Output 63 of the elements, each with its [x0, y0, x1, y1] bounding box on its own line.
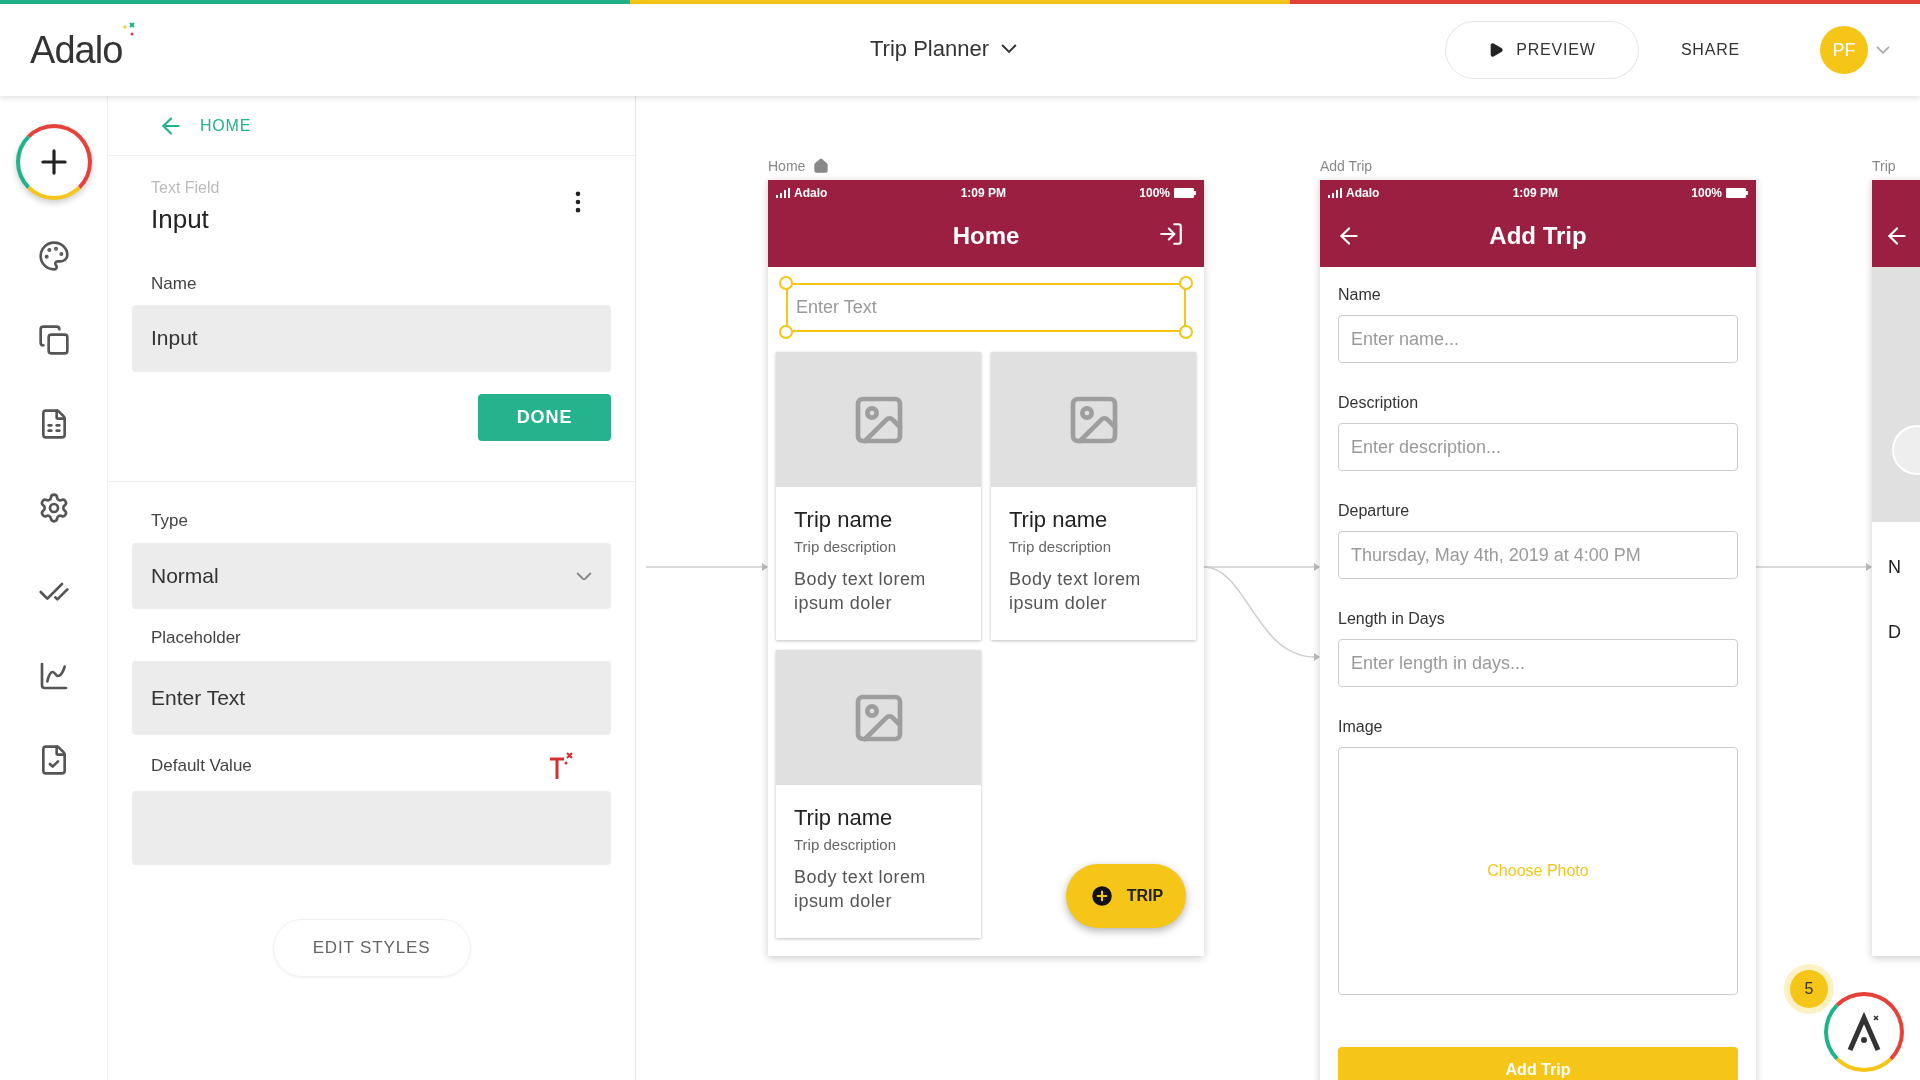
placeholder-field[interactable]: Enter Text [132, 660, 611, 735]
field-label: Description [1338, 393, 1420, 413]
card-body: Body text lorem ipsum doler [794, 567, 927, 615]
battery-percent: 100% [1139, 184, 1170, 202]
play-icon [1488, 42, 1505, 58]
login-icon[interactable] [1158, 221, 1184, 247]
sparkle-icon [122, 21, 137, 36]
resize-handle[interactable] [779, 325, 793, 339]
field-label: Default Value [151, 754, 252, 777]
detail-label: N [1888, 556, 1902, 579]
home-icon [813, 158, 830, 174]
app-logo[interactable]: Adalo [30, 21, 123, 79]
resize-handle[interactable] [779, 276, 793, 290]
battery-percent: 100% [1691, 184, 1722, 202]
field-label: Placeholder [151, 627, 241, 649]
phone-screen[interactable] [768, 180, 1204, 956]
signal-icon [1328, 187, 1342, 198]
battery-icon [1174, 187, 1196, 198]
trip-card[interactable]: Trip name Trip description Body text lorem ipsum doler [991, 352, 1196, 640]
screen-title: Add Trip [1489, 221, 1587, 251]
card-body: Body text lorem ipsum doler [1009, 567, 1142, 615]
field-label: Length in Days [1338, 609, 1446, 629]
card-subtitle: Trip description [794, 835, 897, 855]
screen-title: Home [952, 221, 1020, 251]
component-name: Input [151, 203, 210, 236]
status-time: 1:09 PM [960, 184, 1006, 202]
status-time: 1:09 PM [1512, 184, 1558, 202]
field-label: Name [150, 273, 198, 295]
app-switcher[interactable]: Trip Planner [870, 32, 1017, 65]
card-title: Trip name [794, 804, 894, 832]
component-type: Text Field [151, 178, 220, 198]
card-subtitle: Trip description [1009, 537, 1112, 557]
phone-screen[interactable]: N D [1872, 180, 1920, 956]
screen-label: Trip [1872, 156, 1896, 176]
add-component-button[interactable] [15, 124, 92, 200]
card-title: Trip name [1009, 506, 1109, 534]
resize-handle[interactable] [1179, 325, 1193, 339]
card-title: Trip name [794, 506, 894, 534]
field-label: Name [1338, 285, 1382, 305]
palette-icon[interactable] [37, 240, 70, 272]
screens-icon[interactable] [37, 324, 70, 356]
field-label: Image [1338, 717, 1384, 737]
card-subtitle: Trip description [794, 537, 897, 557]
carrier-name: Adalo [1346, 184, 1380, 202]
chevron-down-icon [576, 571, 592, 581]
card-body: Body text lorem ipsum doler [794, 865, 927, 913]
field-label: Departure [1338, 501, 1411, 521]
trip-card[interactable]: Trip name Trip description Body text lorem ipsum doler [776, 352, 981, 640]
screen-label: Add Trip [1320, 156, 1373, 176]
add-trip-fab[interactable]: TRIP [1066, 864, 1186, 928]
field-label: Type [151, 509, 188, 532]
share-button[interactable]: SHARE [1680, 38, 1740, 62]
trip-card[interactable]: Trip name Trip description Body text lorem ipsum doler [776, 650, 981, 938]
resize-handle[interactable] [1179, 276, 1193, 290]
battery-icon [1726, 187, 1748, 198]
screen-label: Home [768, 156, 806, 176]
signal-icon [776, 187, 790, 198]
phone-screen[interactable]: Adalo 1:09 PM 100% Add Trip Name Enter name... Description Enter description... Departure Thursday, May 4th, 2019 at 4:00 PM Length in Days Enter length in days... Image Choose Photo Add Trip [1320, 180, 1756, 1080]
chevron-down-icon [1001, 44, 1017, 53]
name-field[interactable]: Input [132, 304, 611, 372]
detail-label: D [1888, 621, 1902, 644]
type-dropdown[interactable]: Normal [132, 543, 611, 609]
carrier-name: Adalo [794, 184, 828, 202]
